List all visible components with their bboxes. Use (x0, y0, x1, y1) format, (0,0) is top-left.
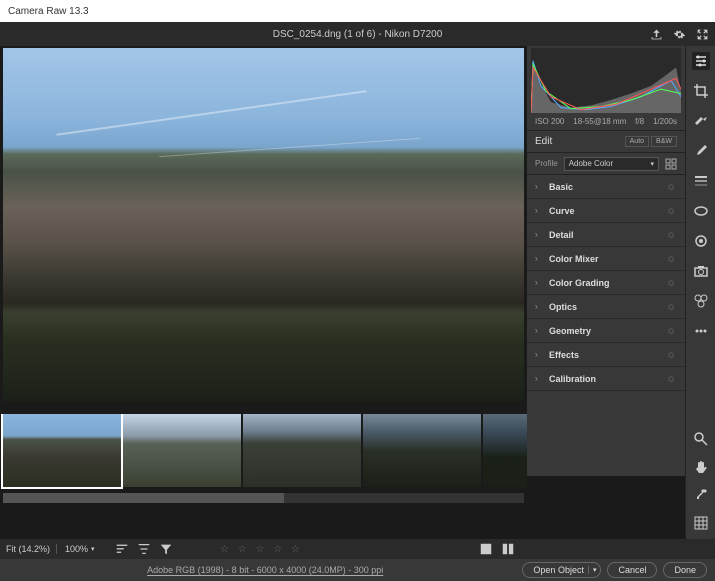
fit-zoom-label[interactable]: Fit (14.2%) (6, 544, 57, 554)
panel-color-mixer[interactable]: ›Color Mixer (527, 247, 685, 271)
preview-area (0, 46, 527, 476)
profile-dropdown[interactable]: Adobe Color ▾ (564, 157, 659, 171)
workflow-options-link[interactable]: Adobe RGB (1998) - 8 bit - 6000 x 4000 (… (8, 565, 522, 575)
zoom-dropdown[interactable]: 100%▾ (65, 544, 95, 554)
cancel-button[interactable]: Cancel (607, 562, 657, 578)
radial-filter-icon[interactable] (692, 202, 710, 220)
filmstrip-thumb[interactable] (483, 414, 527, 487)
done-button[interactable]: Done (663, 562, 707, 578)
panel-optics[interactable]: ›Optics (527, 295, 685, 319)
chevron-down-icon: ▾ (588, 566, 597, 574)
edit-tool-icon[interactable] (692, 52, 710, 70)
document-header: DSC_0254.dng (1 of 6) - Nikon D7200 (0, 22, 715, 46)
panel-geometry[interactable]: ›Geometry (527, 319, 685, 343)
exif-lens: 18-55@18 mm (573, 117, 626, 126)
compare-view-icon[interactable] (501, 542, 515, 556)
chevron-right-icon: › (535, 302, 543, 311)
visibility-icon[interactable] (665, 253, 677, 265)
hand-tool-icon[interactable] (693, 459, 709, 475)
visibility-icon[interactable] (665, 205, 677, 217)
exif-shutter: 1/200s (653, 117, 677, 126)
chevron-right-icon: › (535, 230, 543, 239)
window-titlebar: Camera Raw 13.3 (0, 0, 715, 22)
tool-rail (685, 46, 715, 476)
redeye-tool-icon[interactable] (692, 232, 710, 250)
chevron-right-icon: › (535, 326, 543, 335)
document-filename: DSC_0254.dng (1 of 6) - Nikon D7200 (273, 29, 443, 40)
fullscreen-icon[interactable] (696, 28, 709, 41)
profile-value: Adobe Color (569, 159, 613, 168)
chevron-right-icon: › (535, 182, 543, 191)
visibility-icon[interactable] (665, 325, 677, 337)
crop-tool-icon[interactable] (692, 82, 710, 100)
visibility-icon[interactable] (665, 301, 677, 313)
visibility-icon[interactable] (665, 229, 677, 241)
visibility-icon[interactable] (665, 349, 677, 361)
snapshot-icon[interactable] (692, 262, 710, 280)
bottom-bar: Fit (14.2%) 100%▾ ☆ ☆ ☆ ☆ ☆ (0, 539, 715, 559)
view-tool-rail (685, 459, 715, 539)
chevron-down-icon: ▾ (650, 160, 654, 168)
rating-stars[interactable]: ☆ ☆ ☆ ☆ ☆ (220, 544, 303, 555)
footer: Adobe RGB (1998) - 8 bit - 6000 x 4000 (… (0, 559, 715, 581)
chevron-down-icon: ▾ (91, 545, 95, 553)
profile-label: Profile (535, 159, 558, 168)
visibility-icon[interactable] (665, 373, 677, 385)
more-icon[interactable] (692, 322, 710, 340)
filter-icon[interactable] (159, 542, 173, 556)
adjustment-brush-icon[interactable] (692, 142, 710, 160)
edit-section-label: Edit (535, 136, 623, 147)
color-sampler-icon[interactable] (693, 487, 709, 503)
chevron-right-icon: › (535, 278, 543, 287)
panel-basic[interactable]: ›Basic (527, 175, 685, 199)
bw-button[interactable]: B&W (651, 136, 677, 147)
filmstrip (0, 414, 527, 491)
visibility-icon[interactable] (665, 277, 677, 289)
export-icon[interactable] (650, 28, 663, 41)
presets-icon[interactable] (692, 292, 710, 310)
app-title: Camera Raw 13.3 (8, 6, 89, 17)
grid-toggle-icon[interactable] (693, 515, 709, 531)
visibility-icon[interactable] (665, 181, 677, 193)
exif-metadata: ISO 200 18-55@18 mm f/8 1/200s (527, 113, 685, 131)
settings-icon[interactable] (673, 28, 686, 41)
edit-panel: ISO 200 18-55@18 mm f/8 1/200s Edit Auto… (527, 46, 685, 476)
single-view-icon[interactable] (479, 542, 493, 556)
exif-aperture: f/8 (635, 117, 644, 126)
filmstrip-scrollbar[interactable] (3, 493, 524, 503)
graduated-filter-icon[interactable] (692, 172, 710, 190)
chevron-right-icon: › (535, 254, 543, 263)
main-preview-image[interactable] (3, 48, 524, 402)
panel-calibration[interactable]: ›Calibration (527, 367, 685, 391)
filmstrip-thumb[interactable] (363, 414, 481, 487)
auto-button[interactable]: Auto (625, 136, 649, 147)
filmstrip-thumb[interactable] (123, 414, 241, 487)
open-object-button[interactable]: Open Object▾ (522, 562, 601, 578)
sort-icon[interactable] (115, 542, 129, 556)
heal-tool-icon[interactable] (692, 112, 710, 130)
panel-color-grading[interactable]: ›Color Grading (527, 271, 685, 295)
filmstrip-thumb[interactable] (243, 414, 361, 487)
chevron-right-icon: › (535, 350, 543, 359)
chevron-right-icon: › (535, 206, 543, 215)
panel-effects[interactable]: ›Effects (527, 343, 685, 367)
panel-curve[interactable]: ›Curve (527, 199, 685, 223)
panel-detail[interactable]: ›Detail (527, 223, 685, 247)
histogram[interactable] (531, 48, 681, 113)
exif-iso: ISO 200 (535, 117, 564, 126)
zoom-tool-icon[interactable] (693, 431, 709, 447)
profile-browser-icon[interactable] (665, 158, 677, 170)
filmstrip-thumb[interactable] (3, 414, 121, 487)
chevron-right-icon: › (535, 374, 543, 383)
filter-sort-icon[interactable] (137, 542, 151, 556)
